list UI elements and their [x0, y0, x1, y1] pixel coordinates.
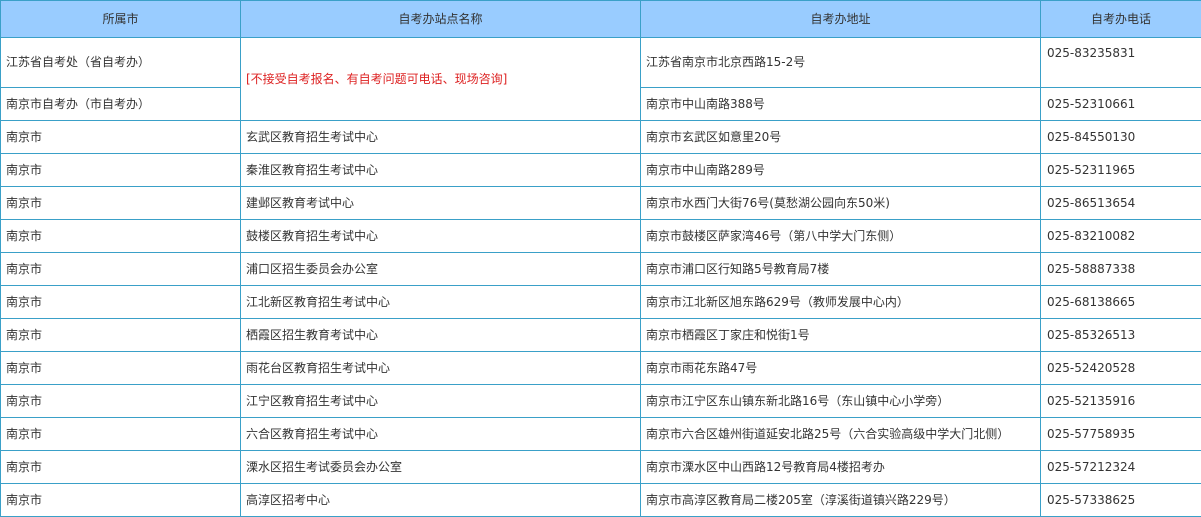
cell-address: 南京市玄武区如意里20号 — [641, 121, 1041, 154]
cell-address: 南京市中山南路388号 — [641, 88, 1041, 121]
cell-address: 南京市鼓楼区萨家湾46号（第八中学大门东侧） — [641, 220, 1041, 253]
cell-city: 南京市 — [1, 484, 241, 517]
cell-city: 南京市自考办（市自考办） — [1, 88, 241, 121]
cell-city: 南京市 — [1, 286, 241, 319]
cell-site-name: 雨花台区教育招生考试中心 — [241, 352, 641, 385]
cell-phone: 025-86513654 — [1041, 187, 1201, 220]
cell-city: 南京市 — [1, 451, 241, 484]
header-address: 自考办地址 — [641, 1, 1041, 38]
header-site-name: 自考办站点名称 — [241, 1, 641, 38]
cell-site-name: 高淳区招考中心 — [241, 484, 641, 517]
cell-phone: 025-83235831 — [1041, 38, 1201, 88]
cell-site-name: 江北新区教育招生考试中心 — [241, 286, 641, 319]
exam-office-contact-table: 所属市 自考办站点名称 自考办地址 自考办电话 江苏省自考处（省自考办） [不接… — [0, 0, 1201, 517]
cell-city: 南京市 — [1, 154, 241, 187]
header-phone: 自考办电话 — [1041, 1, 1201, 38]
header-row: 所属市 自考办站点名称 自考办地址 自考办电话 — [1, 1, 1201, 38]
cell-site-name: 玄武区教育招生考试中心 — [241, 121, 641, 154]
cell-site-name: 六合区教育招生考试中心 — [241, 418, 641, 451]
cell-address: 南京市雨花东路47号 — [641, 352, 1041, 385]
cell-address: 南京市中山南路289号 — [641, 154, 1041, 187]
cell-address: 南京市溧水区中山西路12号教育局4楼招考办 — [641, 451, 1041, 484]
cell-phone: 025-57338625 — [1041, 484, 1201, 517]
table-row: 南京市 秦淮区教育招生考试中心 南京市中山南路289号 025-52311965 — [1, 154, 1201, 187]
cell-city: 南京市 — [1, 220, 241, 253]
cell-phone: 025-84550130 — [1041, 121, 1201, 154]
table-row: 南京市 江宁区教育招生考试中心 南京市江宁区东山镇东新北路16号（东山镇中心小学… — [1, 385, 1201, 418]
cell-site-name: 鼓楼区教育招生考试中心 — [241, 220, 641, 253]
table-row: 南京市 浦口区招生委员会办公室 南京市浦口区行知路5号教育局7楼 025-588… — [1, 253, 1201, 286]
cell-city: 南京市 — [1, 187, 241, 220]
table-row: 南京市 江北新区教育招生考试中心 南京市江北新区旭东路629号（教师发展中心内）… — [1, 286, 1201, 319]
cell-phone: 025-52420528 — [1041, 352, 1201, 385]
cell-phone: 025-57758935 — [1041, 418, 1201, 451]
cell-phone: 025-57212324 — [1041, 451, 1201, 484]
cell-address: 南京市高淳区教育局二楼205室（淳溪街道镇兴路229号） — [641, 484, 1041, 517]
cell-site-name: 建邺区教育考试中心 — [241, 187, 641, 220]
cell-address: 南京市六合区雄州街道延安北路25号（六合实验高级中学大门北侧） — [641, 418, 1041, 451]
cell-site-name: 溧水区招生考试委员会办公室 — [241, 451, 641, 484]
cell-address: 南京市江北新区旭东路629号（教师发展中心内） — [641, 286, 1041, 319]
cell-city: 南京市 — [1, 385, 241, 418]
cell-phone: 025-83210082 — [1041, 220, 1201, 253]
cell-phone: 025-58887338 — [1041, 253, 1201, 286]
cell-city: 南京市 — [1, 352, 241, 385]
table-header: 所属市 自考办站点名称 自考办地址 自考办电话 — [1, 1, 1201, 38]
table-row: 南京市 雨花台区教育招生考试中心 南京市雨花东路47号 025-52420528 — [1, 352, 1201, 385]
cell-address: 南京市江宁区东山镇东新北路16号（东山镇中心小学旁） — [641, 385, 1041, 418]
table-body: 江苏省自考处（省自考办） [不接受自考报名、有自考问题可电话、现场咨询] 江苏省… — [1, 38, 1201, 517]
cell-site-name: 江宁区教育招生考试中心 — [241, 385, 641, 418]
table-row: 南京市 六合区教育招生考试中心 南京市六合区雄州街道延安北路25号（六合实验高级… — [1, 418, 1201, 451]
cell-city: 江苏省自考处（省自考办） — [1, 38, 241, 88]
header-city: 所属市 — [1, 1, 241, 38]
merged-notice-cell: [不接受自考报名、有自考问题可电话、现场咨询] — [241, 38, 641, 121]
cell-address: 南京市栖霞区丁家庄和悦街1号 — [641, 319, 1041, 352]
cell-city: 南京市 — [1, 253, 241, 286]
cell-phone: 025-85326513 — [1041, 319, 1201, 352]
cell-city: 南京市 — [1, 319, 241, 352]
table-row: 江苏省自考处（省自考办） [不接受自考报名、有自考问题可电话、现场咨询] 江苏省… — [1, 38, 1201, 88]
cell-address: 南京市水西门大街76号(莫愁湖公园向东50米) — [641, 187, 1041, 220]
table-row: 南京市 鼓楼区教育招生考试中心 南京市鼓楼区萨家湾46号（第八中学大门东侧） 0… — [1, 220, 1201, 253]
cell-phone: 025-68138665 — [1041, 286, 1201, 319]
table-row: 南京市 建邺区教育考试中心 南京市水西门大街76号(莫愁湖公园向东50米) 02… — [1, 187, 1201, 220]
cell-phone: 025-52135916 — [1041, 385, 1201, 418]
cell-phone: 025-52311965 — [1041, 154, 1201, 187]
cell-address: 南京市浦口区行知路5号教育局7楼 — [641, 253, 1041, 286]
cell-site-name: 栖霞区招生教育考试中心 — [241, 319, 641, 352]
cell-site-name: 秦淮区教育招生考试中心 — [241, 154, 641, 187]
table-row: 南京市 玄武区教育招生考试中心 南京市玄武区如意里20号 025-8455013… — [1, 121, 1201, 154]
cell-phone: 025-52310661 — [1041, 88, 1201, 121]
cell-city: 南京市 — [1, 418, 241, 451]
cell-address: 江苏省南京市北京西路15-2号 — [641, 38, 1041, 88]
cell-city: 南京市 — [1, 121, 241, 154]
table-row: 南京市 栖霞区招生教育考试中心 南京市栖霞区丁家庄和悦街1号 025-85326… — [1, 319, 1201, 352]
table-row: 南京市 溧水区招生考试委员会办公室 南京市溧水区中山西路12号教育局4楼招考办 … — [1, 451, 1201, 484]
cell-site-name: 浦口区招生委员会办公室 — [241, 253, 641, 286]
table-row: 南京市 高淳区招考中心 南京市高淳区教育局二楼205室（淳溪街道镇兴路229号）… — [1, 484, 1201, 517]
